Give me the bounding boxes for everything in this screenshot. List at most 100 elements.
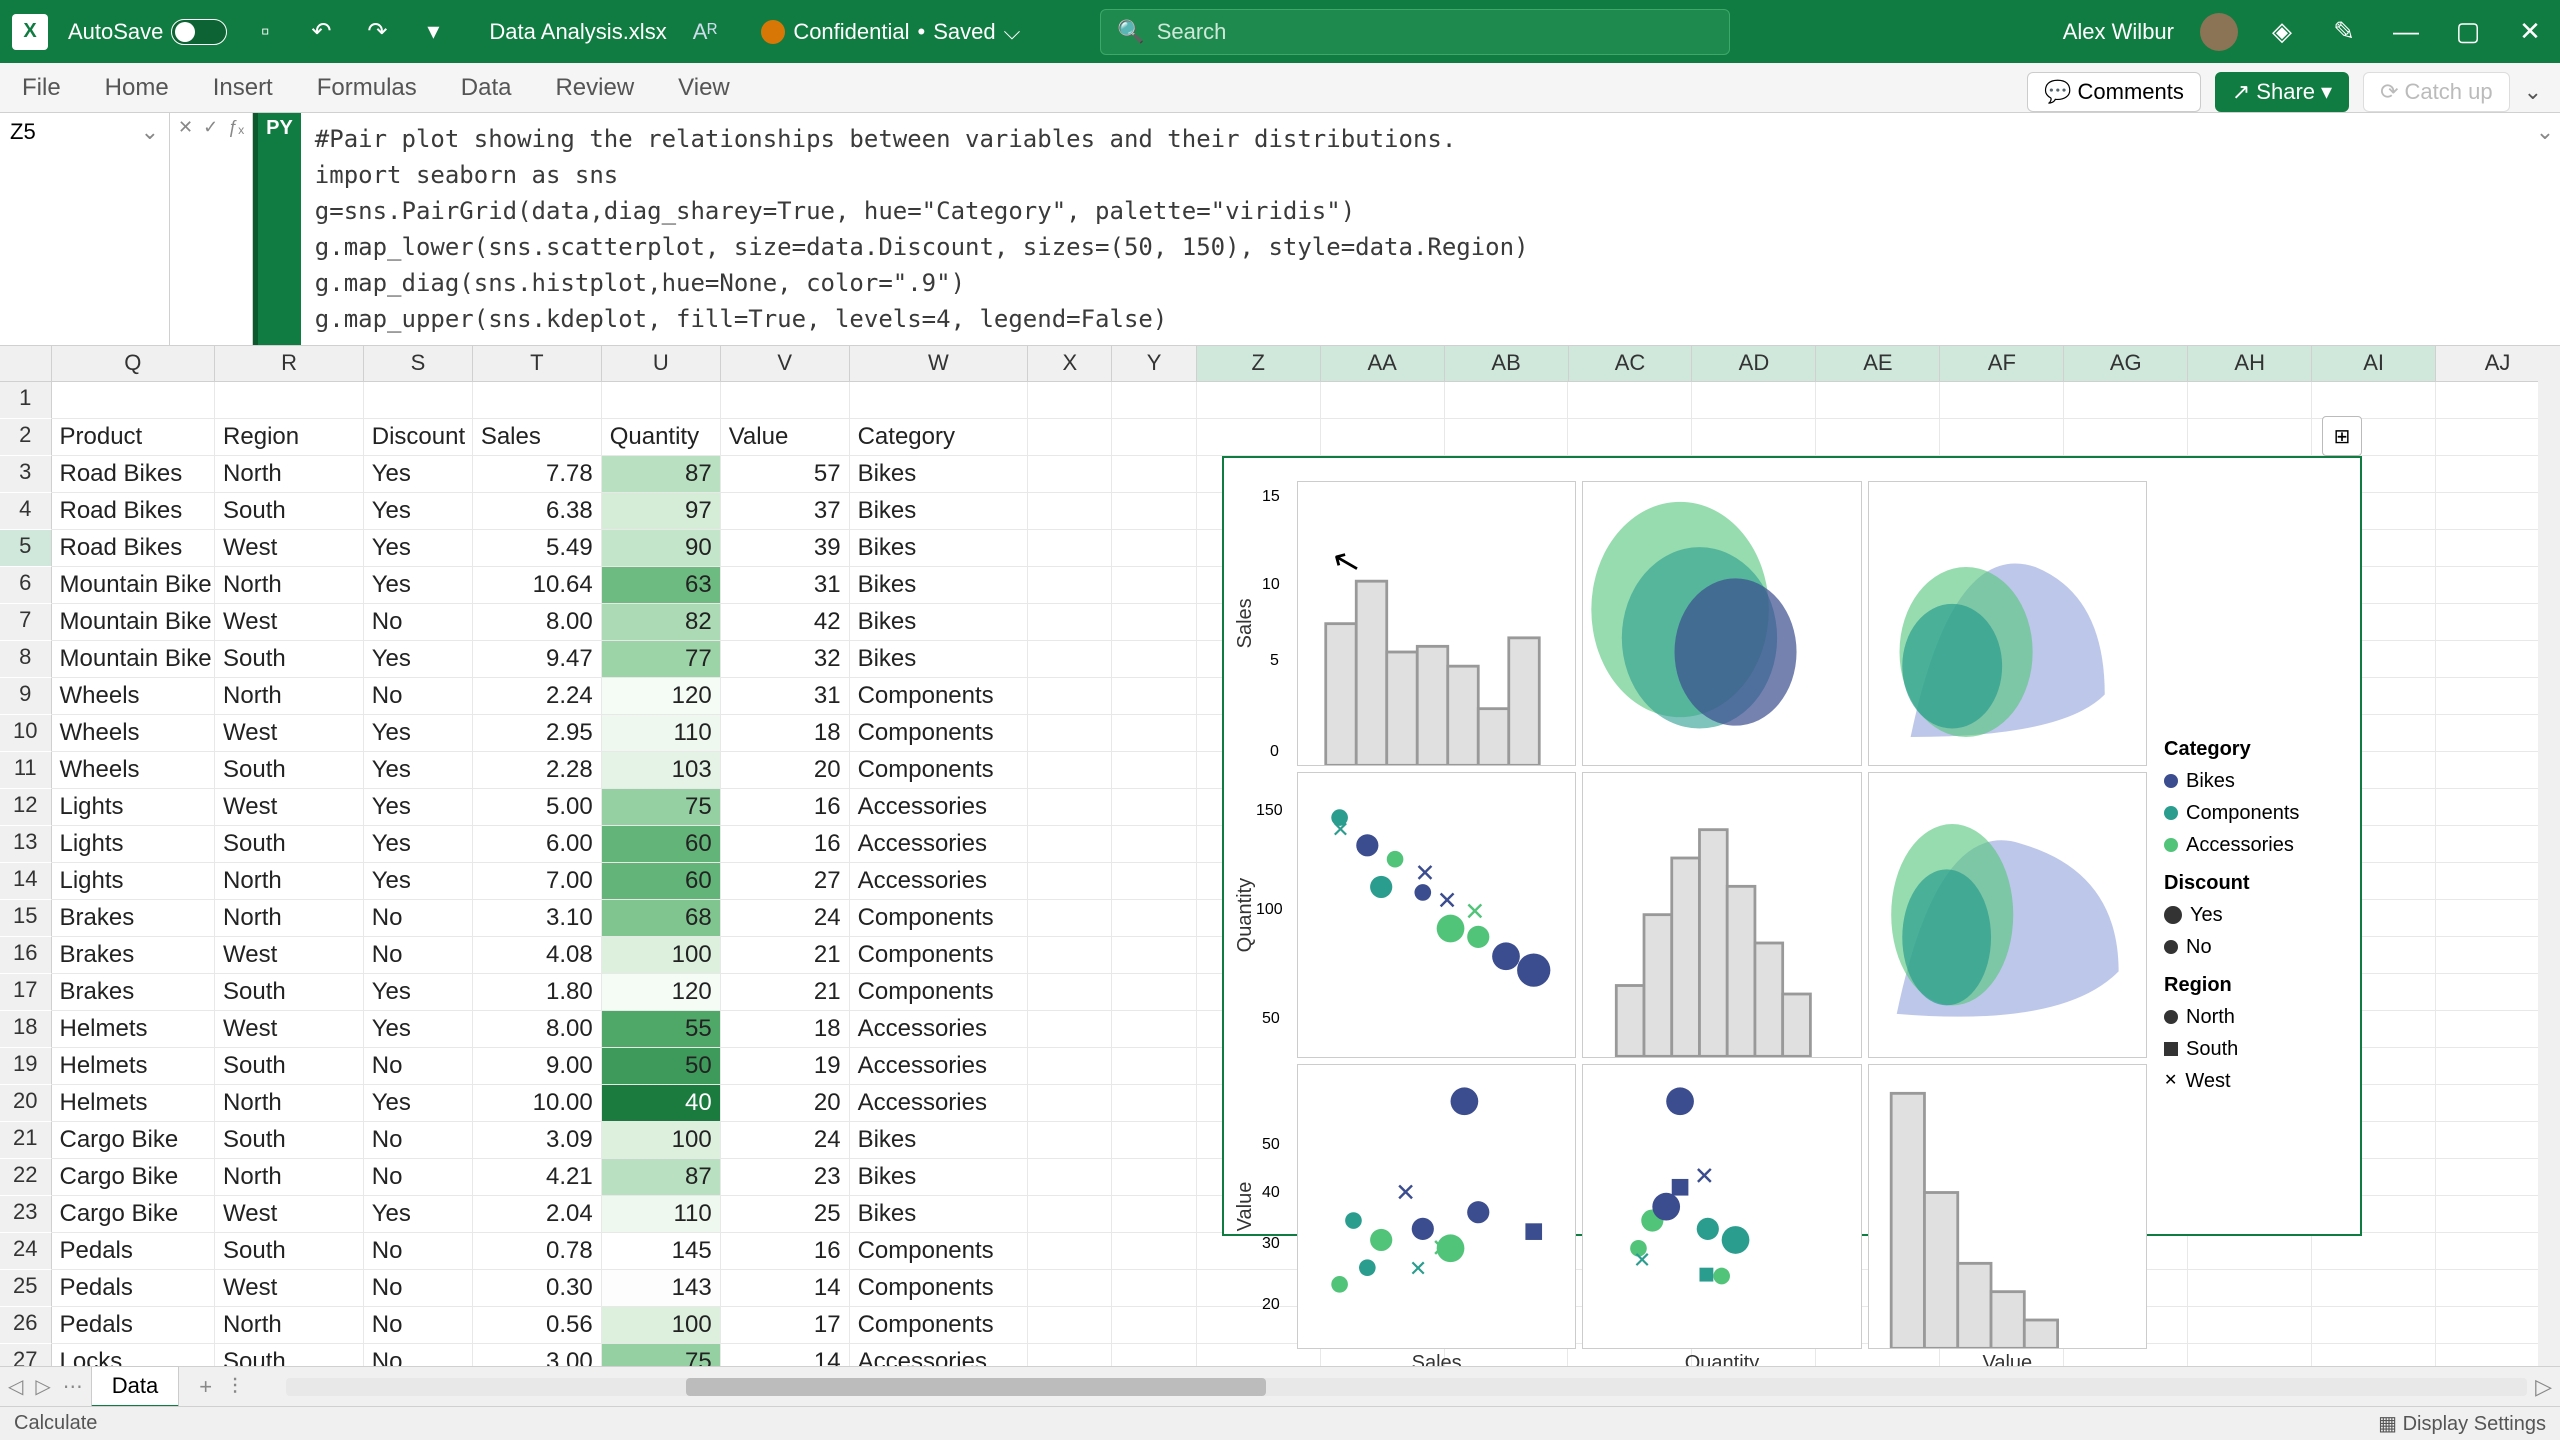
cell-X5[interactable] <box>1028 530 1112 567</box>
cell-W25[interactable]: Components <box>850 1270 1028 1307</box>
cell-AA1[interactable] <box>1321 382 1445 419</box>
row-header-22[interactable]: 22 <box>0 1159 52 1196</box>
cell-V21[interactable]: 24 <box>721 1122 850 1159</box>
row-header-9[interactable]: 9 <box>0 678 52 715</box>
cell-R18[interactable]: West <box>215 1011 364 1048</box>
cell-V22[interactable]: 23 <box>721 1159 850 1196</box>
column-header-AI[interactable]: AI <box>2312 346 2436 381</box>
cell-X3[interactable] <box>1028 456 1112 493</box>
name-box[interactable]: Z5 ⌄ <box>0 113 170 345</box>
cell-X21[interactable] <box>1028 1122 1112 1159</box>
cell-T12[interactable]: 5.00 <box>473 789 602 826</box>
cell-AD1[interactable] <box>1692 382 1816 419</box>
cell-V5[interactable]: 39 <box>721 530 850 567</box>
vertical-scrollbar[interactable] <box>2538 346 2560 1366</box>
formula-expand-icon[interactable]: ⌄ <box>2530 113 2560 345</box>
cell-T24[interactable]: 0.78 <box>473 1233 602 1270</box>
cell-X4[interactable] <box>1028 493 1112 530</box>
column-header-Y[interactable]: Y <box>1112 346 1196 381</box>
row-header-25[interactable]: 25 <box>0 1270 52 1307</box>
cell-Q11[interactable]: Wheels <box>52 752 216 789</box>
cell-S17[interactable]: Yes <box>364 974 473 1011</box>
row-header-13[interactable]: 13 <box>0 826 52 863</box>
cell-W6[interactable]: Bikes <box>850 567 1028 604</box>
cell-Q4[interactable]: Road Bikes <box>52 493 216 530</box>
cell-Q8[interactable]: Mountain Bike <box>52 641 216 678</box>
cell-V2[interactable]: Value <box>721 419 850 456</box>
row-header-2[interactable]: 2 <box>0 419 52 456</box>
column-header-AD[interactable]: AD <box>1692 346 1816 381</box>
cell-W12[interactable]: Accessories <box>850 789 1028 826</box>
cell-U25[interactable]: 143 <box>602 1270 721 1307</box>
cell-Y1[interactable] <box>1112 382 1196 419</box>
row-header-3[interactable]: 3 <box>0 456 52 493</box>
customize-qat-icon[interactable]: ▾ <box>415 14 451 50</box>
cell-S9[interactable]: No <box>364 678 473 715</box>
add-sheet-icon[interactable]: + <box>187 1374 224 1400</box>
cell-X15[interactable] <box>1028 900 1112 937</box>
cell-Q12[interactable]: Lights <box>52 789 216 826</box>
tab-file[interactable]: File <box>18 74 65 102</box>
row-header-17[interactable]: 17 <box>0 974 52 1011</box>
cell-Q10[interactable]: Wheels <box>52 715 216 752</box>
minimize-button[interactable]: — <box>2388 14 2424 50</box>
cell-R1[interactable] <box>215 382 364 419</box>
column-header-V[interactable]: V <box>721 346 850 381</box>
cell-R7[interactable]: West <box>215 604 364 641</box>
cell-AE2[interactable] <box>1816 419 1940 456</box>
cell-AI24[interactable] <box>2312 1233 2436 1270</box>
cell-Y7[interactable] <box>1112 604 1196 641</box>
cell-V20[interactable]: 20 <box>721 1085 850 1122</box>
cell-U15[interactable]: 68 <box>602 900 721 937</box>
cell-U19[interactable]: 50 <box>602 1048 721 1085</box>
tab-data[interactable]: Data <box>457 74 516 102</box>
cell-S14[interactable]: Yes <box>364 863 473 900</box>
cell-R14[interactable]: North <box>215 863 364 900</box>
row-header-23[interactable]: 23 <box>0 1196 52 1233</box>
cell-W27[interactable]: Accessories <box>850 1344 1028 1366</box>
cell-AD2[interactable] <box>1692 419 1816 456</box>
cell-S20[interactable]: Yes <box>364 1085 473 1122</box>
cell-T8[interactable]: 9.47 <box>473 641 602 678</box>
cell-R22[interactable]: North <box>215 1159 364 1196</box>
spreadsheet-grid[interactable]: QRSTUVWXYZAAABACADAEAFAGAHAIAJ 12Product… <box>0 346 2560 1366</box>
cell-X8[interactable] <box>1028 641 1112 678</box>
cell-Y8[interactable] <box>1112 641 1196 678</box>
sheet-tab-data[interactable]: Data <box>91 1366 179 1408</box>
cell-R19[interactable]: South <box>215 1048 364 1085</box>
cell-V9[interactable]: 31 <box>721 678 850 715</box>
cell-S26[interactable]: No <box>364 1307 473 1344</box>
chevron-down-icon[interactable]: ⌄ <box>141 119 159 145</box>
cell-V15[interactable]: 24 <box>721 900 850 937</box>
cell-Y22[interactable] <box>1112 1159 1196 1196</box>
cell-V24[interactable]: 16 <box>721 1233 850 1270</box>
sheet-all-icon[interactable]: ⋯ <box>63 1374 83 1399</box>
cell-AA2[interactable] <box>1321 419 1445 456</box>
cell-Y17[interactable] <box>1112 974 1196 1011</box>
cell-AE1[interactable] <box>1816 382 1940 419</box>
sensitivity-label[interactable]: Confidential • Saved ⌵ <box>761 19 1020 45</box>
share-button[interactable]: ↗ Share ▾ <box>2215 72 2349 112</box>
cell-X25[interactable] <box>1028 1270 1112 1307</box>
row-header-20[interactable]: 20 <box>0 1085 52 1122</box>
cell-V7[interactable]: 42 <box>721 604 850 641</box>
cell-Y18[interactable] <box>1112 1011 1196 1048</box>
cell-U13[interactable]: 60 <box>602 826 721 863</box>
column-header-U[interactable]: U <box>602 346 721 381</box>
undo-icon[interactable]: ↶ <box>303 14 339 50</box>
cell-X24[interactable] <box>1028 1233 1112 1270</box>
cell-Y23[interactable] <box>1112 1196 1196 1233</box>
avatar[interactable] <box>2200 13 2238 51</box>
sheet-prev-icon[interactable]: ◁ <box>8 1374 23 1399</box>
cell-Q15[interactable]: Brakes <box>52 900 216 937</box>
cell-X2[interactable] <box>1028 419 1112 456</box>
cell-U1[interactable] <box>602 382 721 419</box>
cell-Y16[interactable] <box>1112 937 1196 974</box>
cell-W26[interactable]: Components <box>850 1307 1028 1344</box>
cell-Q16[interactable]: Brakes <box>52 937 216 974</box>
cell-AH24[interactable] <box>2188 1233 2312 1270</box>
cell-Q14[interactable]: Lights <box>52 863 216 900</box>
cell-U18[interactable]: 55 <box>602 1011 721 1048</box>
cell-U2[interactable]: Quantity <box>602 419 721 456</box>
cell-R25[interactable]: West <box>215 1270 364 1307</box>
